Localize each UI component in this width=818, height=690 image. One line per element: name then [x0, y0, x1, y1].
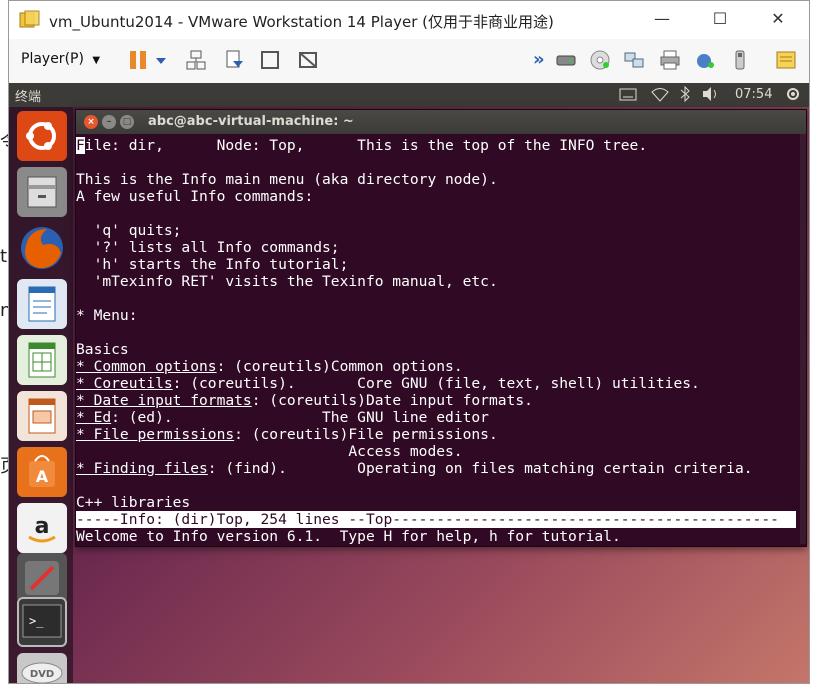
libreoffice-impress-icon[interactable] — [17, 391, 67, 441]
terminal-close-icon[interactable]: × — [84, 115, 98, 129]
more-devices-icon[interactable]: » — [533, 49, 545, 70]
svg-text:A: A — [36, 467, 49, 486]
title-bar: vm_Ubuntu2014 - VMware Workstation 14 Pl… — [9, 1, 809, 39]
info-header-line: File: dir, Node: Top, This is the top of… — [76, 137, 648, 154]
menu-link-common-options[interactable]: * Common options — [76, 358, 217, 375]
network-adapter-icon[interactable] — [623, 49, 645, 71]
menu-link-date-input-formats[interactable]: * Date input formats — [76, 392, 252, 409]
terminal-launcher-icon[interactable]: >_ — [17, 597, 67, 647]
terminal-scrollbar[interactable] — [800, 134, 806, 544]
terminal-line: A few useful Info commands: — [76, 188, 314, 205]
terminal-line: '?' lists all Info commands; — [76, 239, 340, 256]
send-file-icon[interactable] — [223, 49, 245, 71]
terminal-minimize-icon[interactable]: – — [102, 115, 116, 129]
menu-link-finding-files[interactable]: * Finding files — [76, 460, 208, 477]
terminal-title: abc@abc-virtual-machine: ~ — [148, 114, 354, 129]
guest-display[interactable]: 终端 07:54 A a >_ DVD × – □ abc@abc-virtua… — [9, 83, 809, 683]
window-title: vm_Ubuntu2014 - VMware Workstation 14 Pl… — [49, 13, 554, 31]
player-toolbar: Player(P) ▼ » — [9, 39, 809, 84]
terminal-line: 'q' quits; — [76, 222, 182, 239]
ubuntu-top-panel: 终端 07:54 — [9, 83, 809, 107]
info-status-line: -----Info: (dir)Top, 254 lines --Top----… — [76, 511, 796, 528]
firefox-icon[interactable] — [17, 223, 67, 273]
info-echo-line: Welcome to Info version 6.1. Type H for … — [76, 528, 621, 545]
keyboard-icon[interactable] — [619, 86, 637, 102]
bluetooth-icon[interactable] — [679, 86, 691, 102]
clock[interactable]: 07:54 — [735, 87, 772, 102]
maximize-button[interactable]: ☐ — [691, 1, 749, 37]
terminal-maximize-icon[interactable]: □ — [120, 115, 134, 129]
terminal-window[interactable]: × – □ abc@abc-virtual-machine: ~ File: d… — [75, 109, 807, 547]
menu-link-coreutils[interactable]: * Coreutils — [76, 375, 173, 392]
cd-dvd-icon[interactable] — [589, 49, 611, 71]
unity-mode-icon[interactable] — [297, 49, 319, 71]
menu-entry: * Coreutils: (coreutils). Core GNU (file… — [76, 375, 700, 392]
close-button[interactable]: ✕ — [749, 1, 807, 37]
menu-entry-continuation: Access modes. — [76, 443, 463, 460]
menu-heading: * Menu: — [76, 307, 138, 324]
svg-text:DVD: DVD — [30, 669, 54, 680]
wifi-icon[interactable] — [651, 86, 669, 102]
chevron-down-icon: ▼ — [92, 55, 101, 66]
background-fragment: t — [0, 246, 8, 267]
sound-card-icon[interactable] — [695, 49, 717, 71]
notes-icon[interactable] — [775, 49, 797, 71]
vmware-app-icon — [19, 10, 40, 28]
player-menu-label: Player(P) — [21, 51, 84, 67]
text-cursor: F — [76, 137, 85, 154]
printer-icon[interactable] — [659, 49, 681, 71]
volume-icon[interactable] — [701, 86, 721, 102]
libreoffice-writer-icon[interactable] — [17, 279, 67, 329]
menu-entry: * Date input formats: (coreutils)Date in… — [76, 392, 533, 409]
menu-entry: * Ed: (ed). The GNU line editor — [76, 409, 489, 426]
minimize-button[interactable]: — — [633, 1, 691, 37]
unity-launcher: A a >_ DVD — [9, 107, 73, 683]
terminal-line: 'mTexinfo RET' visits the Texinfo manual… — [76, 273, 498, 290]
terminal-content[interactable]: File: dir, Node: Top, This is the top of… — [76, 134, 798, 545]
player-menu[interactable]: Player(P) ▼ — [21, 51, 100, 67]
chevron-down-icon[interactable] — [155, 49, 167, 71]
active-app-name: 终端 — [15, 90, 42, 105]
ubuntu-software-icon[interactable]: A — [17, 447, 67, 497]
section-heading: Basics — [76, 341, 129, 358]
libreoffice-calc-icon[interactable] — [17, 335, 67, 385]
hard-disk-icon[interactable] — [555, 49, 577, 71]
gear-icon[interactable] — [785, 86, 801, 102]
vmware-player-window: vm_Ubuntu2014 - VMware Workstation 14 Pl… — [8, 0, 810, 684]
terminal-line: 'h' starts the Info tutorial; — [76, 256, 349, 273]
section-heading: C++ libraries — [76, 494, 191, 511]
menu-entry: * File permissions: (coreutils)File perm… — [76, 426, 498, 443]
svg-text:a: a — [35, 514, 50, 539]
system-settings-icon[interactable] — [17, 553, 67, 603]
fullscreen-icon[interactable] — [259, 49, 281, 71]
terminal-line: This is the Info main menu (aka director… — [76, 171, 498, 188]
ubuntu-dash-icon[interactable] — [17, 111, 67, 161]
menu-link-ed[interactable]: * Ed — [76, 409, 111, 426]
pause-icon[interactable] — [127, 49, 149, 71]
menu-entry: * Common options: (coreutils)Common opti… — [76, 358, 463, 375]
network-devices-icon[interactable] — [185, 49, 207, 71]
terminal-title-bar[interactable]: × – □ abc@abc-virtual-machine: ~ — [76, 110, 806, 134]
svg-text:>_: >_ — [29, 614, 44, 628]
usb-device-icon[interactable] — [729, 49, 751, 71]
menu-link-file-permissions[interactable]: * File permissions — [76, 426, 234, 443]
dvd-icon[interactable]: DVD — [17, 653, 67, 683]
amazon-icon[interactable]: a — [17, 503, 67, 553]
files-icon[interactable] — [17, 167, 67, 217]
menu-entry: * Finding files: (find). Operating on fi… — [76, 460, 753, 477]
